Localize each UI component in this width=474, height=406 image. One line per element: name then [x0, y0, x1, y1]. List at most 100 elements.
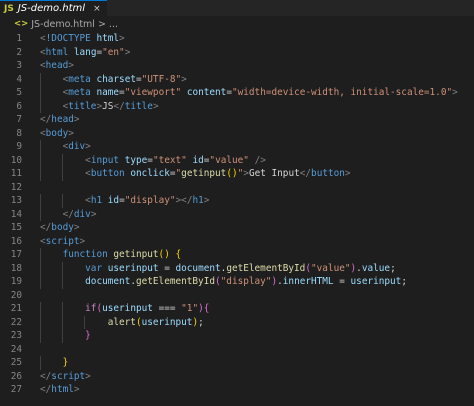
code-line[interactable]: 8 <body> [0, 127, 474, 141]
code-token: > [85, 141, 91, 152]
tab-bar: JS JS-demo.html × [0, 0, 474, 16]
code-token: alert [107, 316, 136, 328]
line-text: <head> [40, 59, 74, 73]
code-token: > [452, 87, 458, 98]
code-token: getElementById [226, 262, 306, 274]
code-token: ; [198, 316, 204, 328]
code-token: script [51, 370, 86, 382]
close-icon[interactable]: × [93, 4, 101, 14]
code-line[interactable]: 6 <title>JS</title> [0, 99, 474, 113]
code-token: id [107, 195, 120, 206]
code-line[interactable]: 11 <button onclick="getinput()">Get Inpu… [0, 167, 474, 181]
code-token: /> [254, 154, 266, 166]
code-token: > [73, 384, 80, 395]
code-token: > [68, 127, 74, 139]
line-number: 12 [10, 181, 22, 193]
code-line[interactable]: 13 <h1 id="display"></h1> [0, 194, 474, 208]
code-token: input [90, 154, 120, 166]
line-number: 15 [10, 222, 22, 233]
code-line[interactable]: 9 <div> [0, 140, 474, 154]
line-text: <!DOCTYPE html> [40, 32, 125, 46]
code-line[interactable]: 26 </script> [0, 370, 474, 384]
code-line[interactable]: 4 <meta charset="UTF-8"> [0, 72, 474, 86]
line-number: 18 [10, 262, 22, 274]
code-line[interactable]: 5 <meta name="viewport" content="width=d… [0, 86, 474, 100]
code-line[interactable]: 1 <!DOCTYPE html> [0, 32, 474, 46]
code-token: body [45, 127, 69, 139]
code-line[interactable]: 24 [0, 343, 474, 357]
code-token: "1" [181, 303, 199, 314]
code-token: h1 [90, 195, 103, 206]
line-text: </html> [40, 383, 80, 397]
code-token: > [79, 235, 86, 247]
line-number: 9 [16, 141, 22, 152]
code-line[interactable]: 18 var userinput = document.getElementBy… [0, 261, 474, 275]
line-number: 4 [16, 73, 22, 85]
code-token: "en" [102, 46, 125, 58]
code-line[interactable]: 22 alert(userinput); [0, 315, 474, 330]
code-token: { [175, 249, 182, 260]
line-number: 17 [10, 249, 22, 260]
code-line[interactable]: 3 <head> [0, 59, 474, 73]
code-token: > [203, 195, 210, 206]
code-line[interactable]: 16 <script> [0, 235, 474, 249]
code-line[interactable]: 2 <html lang="en"> [0, 46, 474, 60]
code-area[interactable]: 1 <!DOCTYPE html> 2 <html lang="en"> 3 <head>… [0, 32, 474, 397]
code-line[interactable]: 23 } [0, 329, 474, 343]
code-line[interactable]: 27 </html> [0, 383, 474, 397]
code-line[interactable]: 14 </div> [0, 207, 474, 221]
code-token: > [344, 168, 351, 179]
code-line[interactable]: 15 </body> [0, 221, 474, 235]
code-line[interactable]: 19 document.getElementById("display").in… [0, 275, 474, 289]
code-token: > [90, 208, 97, 220]
code-editor[interactable]: JS JS-demo.html × <> JS-demo.html > ... … [0, 0, 474, 406]
code-token: > [73, 222, 80, 233]
line-number: 10 [10, 154, 22, 166]
code-line[interactable]: 21 if(userinput === "1"){ [0, 302, 474, 316]
breadcrumb-symbols[interactable]: ... [109, 19, 118, 30]
code-token: </ [299, 168, 312, 179]
tab-title: JS-demo.html [17, 3, 86, 14]
code-token: function [62, 249, 108, 260]
code-line[interactable]: 20 [0, 289, 474, 303]
code-token: userinput [102, 303, 153, 314]
code-token: body [51, 222, 74, 233]
line-text: <meta name="viewport" content="width=dev… [40, 86, 458, 100]
code-line[interactable]: 10 <input type="text" id="value" /> [0, 153, 474, 167]
code-token: var [85, 262, 103, 274]
line-number: 20 [10, 289, 22, 301]
line-number: 16 [10, 235, 22, 247]
code-token: </ [113, 100, 125, 112]
code-token: () [158, 249, 170, 260]
line-text: </body> [40, 221, 80, 235]
code-token: > [152, 100, 159, 112]
code-line[interactable]: 25 } [0, 356, 474, 370]
code-token: userinput [107, 262, 159, 274]
tab-js-demo[interactable]: JS JS-demo.html × [0, 0, 107, 16]
code-token: = [158, 262, 176, 274]
code-token: value [361, 262, 391, 274]
line-number: 2 [16, 46, 22, 58]
code-line[interactable]: 7 </head> [0, 113, 474, 127]
code-token: meta [68, 87, 91, 98]
code-token: onclick [130, 168, 170, 179]
code-line[interactable]: 17 function getinput() { [0, 248, 474, 262]
line-text: alert(userinput); [40, 316, 204, 330]
code-token: getinput [181, 168, 227, 179]
line-number: 7 [16, 114, 22, 125]
code-token: html [45, 46, 69, 58]
code-token: "value" [311, 262, 351, 274]
code-line[interactable]: 12 [0, 181, 474, 195]
javascript-file-icon: JS [4, 3, 14, 14]
code-token: if [85, 303, 97, 314]
line-text: } [40, 356, 69, 370]
code-token: userinput [141, 316, 193, 328]
breadcrumb-file[interactable]: JS-demo.html [31, 19, 95, 30]
